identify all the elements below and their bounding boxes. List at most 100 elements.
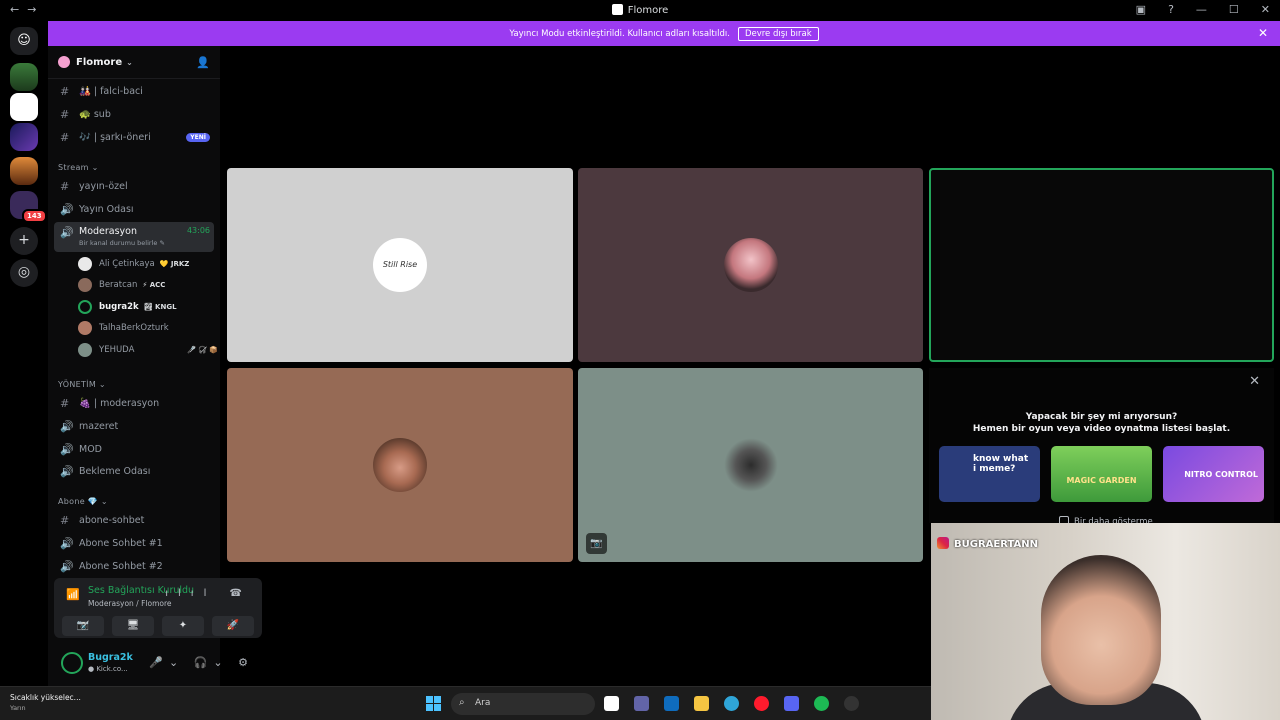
video-tile-4[interactable] (227, 368, 573, 562)
text-channel-icon: # (60, 513, 70, 527)
text-channel-icon: # (60, 130, 70, 144)
text-channel-icon: # (60, 107, 70, 121)
channel-falci-baci[interactable]: # 🎎 | falci-baci (54, 81, 214, 101)
webcam-overlay: BUGRAERTANN (931, 523, 1280, 720)
help-icon[interactable]: ? (1168, 3, 1174, 16)
weather-text: Sıcaklık yükselec... (10, 693, 81, 702)
server-header[interactable]: Flomore ⌄ 👤 (48, 46, 220, 79)
voice-location[interactable]: Moderasyon / Flomore (88, 599, 172, 608)
channel-bekleme-odasi[interactable]: 🔊 Bekleme Odası (54, 461, 214, 481)
activity-card-know-what-i-meme[interactable]: know what i meme? (939, 446, 1040, 502)
chevron-down-icon: ⌄ (126, 57, 133, 67)
teams-icon[interactable] (634, 696, 649, 711)
start-button[interactable] (426, 696, 441, 711)
channel-label: 🎎 | falci-baci (79, 85, 143, 97)
server-icon-3[interactable] (10, 123, 38, 151)
voice-channel-icon: 🔊 (60, 559, 74, 573)
close-icon[interactable]: ✕ (1249, 374, 1260, 389)
category-yonetim[interactable]: YÖNETİM ⌄ (58, 380, 106, 389)
channel-sidebar: Flomore ⌄ 👤 # 🎎 | falci-baci # 🐢 sub # 🎶 | … (48, 46, 262, 686)
discord-home-icon[interactable]: ☺ (10, 27, 38, 55)
voice-user-bugra2k[interactable]: bugra2k 🏞 KNGL (78, 297, 218, 317)
channel-abone-sohbet[interactable]: # abone-sohbet (54, 510, 214, 530)
taskbar-search[interactable]: ⌕ Ara (451, 693, 595, 715)
channel-abone-sohbet-2[interactable]: 🔊 Abone Sohbet #2 (54, 556, 214, 576)
video-tile-3-speaking[interactable] (929, 168, 1274, 362)
user-tag: 💛 JRKZ (159, 260, 190, 268)
activity-card-nitro-control[interactable]: NITRO CONTROL (1163, 446, 1264, 502)
user-tag: ⚡ ACC (142, 281, 166, 289)
store-icon[interactable] (664, 696, 679, 711)
spotify-icon[interactable] (814, 696, 829, 711)
voice-user-beratcan[interactable]: Beratcan ⚡ ACC (78, 275, 218, 295)
username: TalhaBerkOzturk (99, 323, 169, 333)
server-icon-4[interactable] (10, 157, 38, 185)
disable-streamer-mode-button[interactable]: Devre dışı bırak (737, 26, 819, 41)
banner-close-icon[interactable]: ✕ (1258, 26, 1268, 40)
inbox-icon[interactable]: ▣ (1136, 3, 1146, 16)
camera-toggle-button[interactable]: 📷̸ (62, 616, 104, 636)
invite-icon[interactable]: 👤 (196, 56, 210, 69)
channel-mod[interactable]: 🔊 MOD (54, 439, 214, 459)
voice-channel-icon: 🔊 (60, 442, 74, 456)
voice-user-talha[interactable]: TalhaBerkOzturk (78, 318, 218, 338)
voice-channel-icon: 🔊 (60, 464, 74, 478)
discover-icon[interactable]: ◎ (10, 259, 38, 287)
soundboard-button[interactable]: 🚀 (212, 616, 254, 636)
channel-label: Abone Sohbet #1 (79, 537, 163, 549)
task-view-icon[interactable] (604, 696, 619, 711)
channel-moderasyon-active[interactable]: 🔊 Moderasyon Bir kanal durumu belirle ✎ … (54, 222, 214, 252)
video-tile-2[interactable] (578, 168, 923, 362)
channel-abone-sohbet-1[interactable]: 🔊 Abone Sohbet #1 (54, 533, 214, 553)
server-icon (58, 56, 70, 68)
close-window-button[interactable]: ✕ (1261, 3, 1270, 16)
participant-avatar (723, 238, 778, 292)
server-icon-1[interactable] (10, 63, 38, 91)
video-tile-5[interactable]: 📷 (578, 368, 923, 562)
voice-user-ali[interactable]: Ali Çetinkaya 💛 JRKZ (78, 254, 218, 274)
suggestion-title: Yapacak bir şey mi arıyorsun? (1025, 412, 1178, 422)
discord-taskbar-icon[interactable] (784, 696, 799, 711)
signal-icon[interactable]: 📶 (66, 588, 80, 601)
obs-icon[interactable] (844, 696, 859, 711)
voice-user-yehuda[interactable]: YEHUDA 🎤̸ 🎧̸ 📦 (78, 340, 218, 360)
channel-yayin-odasi[interactable]: 🔊 Yayın Odası (54, 199, 214, 219)
channel-moderasyon-text[interactable]: # 🍇 | moderasyon (54, 393, 214, 413)
channel-sub[interactable]: # 🐢 sub (54, 104, 214, 124)
video-tile-1[interactable]: Still Rise (227, 168, 573, 362)
channel-label: mazeret (79, 420, 119, 432)
instagram-icon (937, 537, 949, 549)
instagram-handle: BUGRAERTANN (937, 537, 1038, 550)
add-server-icon[interactable]: + (10, 227, 38, 255)
activity-button[interactable]: ✦ (162, 616, 204, 636)
opera-icon[interactable] (754, 696, 769, 711)
channel-yayin-ozel[interactable]: # yayın-özel (54, 176, 214, 196)
activity-card-magic-garden[interactable]: MAGIC GARDEN (1051, 446, 1152, 502)
discord-window: ←→ Flomore ▣ ? — ☐ ✕ ☺ 143 + ◎ Yayıncı M… (0, 0, 1280, 720)
server-icon-flomore[interactable] (10, 93, 38, 121)
edge-icon[interactable] (724, 696, 739, 711)
category-abone[interactable]: Abone 💎 ⌄ (58, 497, 108, 506)
user-panel: Bugra2k ● Kick.co... 🎤⌄ 🎧⌄ ⚙ (54, 646, 262, 682)
channel-sarki-oneri[interactable]: # 🎶 | şarkı-öneri YENİ (54, 127, 214, 147)
set-channel-status[interactable]: Bir kanal durumu belirle ✎ (79, 239, 165, 247)
channel-label: 🐢 sub (79, 108, 111, 120)
channel-label: Bekleme Odası (79, 465, 151, 477)
weather-widget[interactable]: Sıcaklık yükselec... Yarın (10, 693, 81, 712)
noise-disconnect-icons[interactable]: ılıl ☎ (165, 588, 252, 599)
active-channel-text: Moderasyon Bir kanal durumu belirle ✎ (79, 226, 165, 247)
category-stream[interactable]: Stream ⌄ (58, 163, 99, 172)
minimize-button[interactable]: — (1196, 3, 1207, 16)
mic-headset-settings-icons[interactable]: 🎤⌄ 🎧⌄ ⚙ (149, 656, 254, 669)
screen-share-button[interactable]: 🖥 (112, 616, 154, 636)
username: bugra2k (99, 302, 139, 312)
current-username[interactable]: Bugra2k (88, 652, 133, 663)
channel-mazeret[interactable]: 🔊 mazeret (54, 416, 214, 436)
window-title-text: Flomore (627, 5, 669, 16)
avatar[interactable] (61, 652, 83, 674)
maximize-button[interactable]: ☐ (1229, 3, 1239, 16)
text-channel-icon: # (60, 84, 70, 98)
voice-connection-panel: 📶 Ses Bağlantısı Kuruldu Moderasyon / Fl… (54, 578, 262, 638)
explorer-icon[interactable] (694, 696, 709, 711)
streamer-mode-banner: Yayıncı Modu etkinleştirildi. Kullanıcı … (48, 21, 1280, 46)
